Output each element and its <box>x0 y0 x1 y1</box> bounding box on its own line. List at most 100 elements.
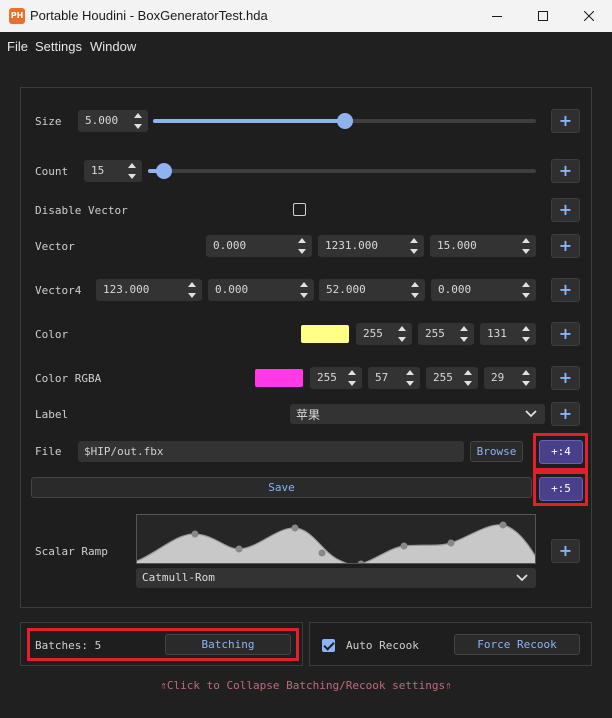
spin-arrows-icon[interactable] <box>409 237 419 255</box>
color-rgba-a-spinbox[interactable]: 29 <box>484 367 536 389</box>
ramp-key-point[interactable] <box>499 521 507 529</box>
color-rgba-g-spinbox[interactable]: 57 <box>368 367 420 389</box>
ramp-key-point[interactable] <box>400 542 408 550</box>
minimize-button[interactable] <box>474 0 520 32</box>
ramp-key-point[interactable] <box>191 530 199 538</box>
ramp-curve <box>137 521 535 565</box>
menu-settings[interactable]: Settings <box>35 39 82 54</box>
size-slider-fill <box>153 119 345 123</box>
label-dropdown[interactable]: 苹果 <box>290 404 545 424</box>
spin-arrows-icon[interactable] <box>187 281 197 299</box>
color-add-button[interactable]: + <box>551 322 580 346</box>
force-recook-button[interactable]: Force Recook <box>454 634 580 655</box>
color-b-spinbox[interactable]: 131 <box>480 323 536 345</box>
auto-recook-checkbox[interactable] <box>322 639 335 652</box>
color-rgba-swatch[interactable] <box>255 369 303 387</box>
spin-arrows-icon[interactable] <box>397 325 407 343</box>
window-title: Portable Houdini - BoxGeneratorTest.hda <box>30 8 268 23</box>
color-r-value: 255 <box>363 327 383 340</box>
disable-vector-add-button[interactable]: + <box>551 198 580 222</box>
vector-label: Vector <box>35 240 75 253</box>
color-rgba-r-spinbox[interactable]: 255 <box>310 367 362 389</box>
save-button[interactable]: Save <box>31 477 532 498</box>
vector4-w-spinbox[interactable]: 0.000 <box>431 279 536 301</box>
close-icon <box>584 11 594 21</box>
menu-file[interactable]: File <box>7 39 28 54</box>
spin-arrows-icon[interactable] <box>405 369 415 387</box>
vector4-x-spinbox[interactable]: 123.000 <box>96 279 202 301</box>
menu-window[interactable]: Window <box>90 39 136 54</box>
spin-arrows-icon[interactable] <box>347 369 357 387</box>
disable-vector-label: Disable Vector <box>35 204 128 217</box>
count-slider-handle[interactable] <box>155 163 172 179</box>
browse-button[interactable]: Browse <box>470 441 523 462</box>
disable-vector-checkbox[interactable] <box>293 203 306 216</box>
color-rgba-b-spinbox[interactable]: 255 <box>426 367 478 389</box>
count-value: 15 <box>91 164 105 177</box>
label-param-label: Label <box>35 408 69 421</box>
maximize-button[interactable] <box>520 0 566 32</box>
vector-add-button[interactable]: + <box>551 234 580 258</box>
collapse-settings-link[interactable]: ⇑Click to Collapse Batching/Recook setti… <box>0 679 612 692</box>
chevron-down-icon <box>516 574 528 582</box>
color-r-spinbox[interactable]: 255 <box>356 323 412 345</box>
scalar-ramp-label: Scalar Ramp <box>35 545 108 558</box>
ramp-key-point[interactable] <box>318 549 326 557</box>
spin-arrows-icon[interactable] <box>127 162 137 180</box>
vector4-add-button[interactable]: + <box>551 278 580 302</box>
size-slider[interactable] <box>153 113 536 129</box>
menu-bar: File Settings Window <box>0 32 612 60</box>
spin-arrows-icon[interactable] <box>297 237 307 255</box>
ramp-key-point[interactable] <box>235 545 243 553</box>
spin-arrows-icon[interactable] <box>521 325 531 343</box>
count-spinbox[interactable]: 15 <box>84 160 142 182</box>
vector4-y-value: 0.000 <box>215 283 249 296</box>
file-label: File <box>35 445 62 458</box>
spin-arrows-icon[interactable] <box>133 112 143 130</box>
scalar-ramp-editor[interactable] <box>136 514 536 564</box>
vector4-z-value: 52.000 <box>326 283 366 296</box>
scalar-ramp-add-button[interactable]: + <box>551 539 580 563</box>
vector4-w-value: 0.000 <box>438 283 472 296</box>
spin-arrows-icon[interactable] <box>410 281 420 299</box>
spin-arrows-icon[interactable] <box>521 281 531 299</box>
vector-y-spinbox[interactable]: 1231.000 <box>318 235 424 257</box>
maximize-icon <box>538 11 548 21</box>
file-path-input[interactable]: $HIP/out.fbx <box>78 441 464 462</box>
color-g-spinbox[interactable]: 255 <box>418 323 474 345</box>
spin-arrows-icon[interactable] <box>459 325 469 343</box>
highlight-box <box>27 628 299 661</box>
spin-arrows-icon[interactable] <box>521 369 531 387</box>
ramp-key-point[interactable] <box>357 560 365 565</box>
ramp-interpolation-value: Catmull-Rom <box>142 571 215 584</box>
highlight-box <box>533 471 588 506</box>
count-label: Count <box>35 165 69 178</box>
vector4-y-spinbox[interactable]: 0.000 <box>208 279 314 301</box>
vector4-label: Vector4 <box>35 284 82 297</box>
close-button[interactable] <box>566 0 612 32</box>
vector-z-value: 15.000 <box>437 239 477 252</box>
spin-arrows-icon[interactable] <box>299 281 309 299</box>
label-add-button[interactable]: + <box>551 402 580 426</box>
ramp-key-point[interactable] <box>447 539 455 547</box>
size-slider-handle[interactable] <box>336 113 353 129</box>
vector-z-spinbox[interactable]: 15.000 <box>430 235 536 257</box>
spin-arrows-icon[interactable] <box>521 237 531 255</box>
spin-arrows-icon[interactable] <box>463 369 473 387</box>
size-add-button[interactable]: + <box>551 109 580 133</box>
file-path-value: $HIP/out.fbx <box>84 445 164 458</box>
color-rgba-add-button[interactable]: + <box>551 366 580 390</box>
label-dropdown-value: 苹果 <box>296 408 321 422</box>
color-swatch[interactable] <box>301 325 349 343</box>
count-add-button[interactable]: + <box>551 159 580 183</box>
ramp-interpolation-dropdown[interactable]: Catmull-Rom <box>136 568 536 588</box>
size-spinbox[interactable]: 5.000 <box>78 110 148 132</box>
ramp-key-point[interactable] <box>291 524 299 532</box>
size-value: 5.000 <box>85 114 119 127</box>
vector4-z-spinbox[interactable]: 52.000 <box>319 279 425 301</box>
title-bar: PH Portable Houdini - BoxGeneratorTest.h… <box>0 0 612 32</box>
vector-x-spinbox[interactable]: 0.000 <box>206 235 312 257</box>
vector-x-value: 0.000 <box>213 239 247 252</box>
count-slider[interactable] <box>148 163 536 179</box>
color-g-value: 255 <box>425 327 445 340</box>
